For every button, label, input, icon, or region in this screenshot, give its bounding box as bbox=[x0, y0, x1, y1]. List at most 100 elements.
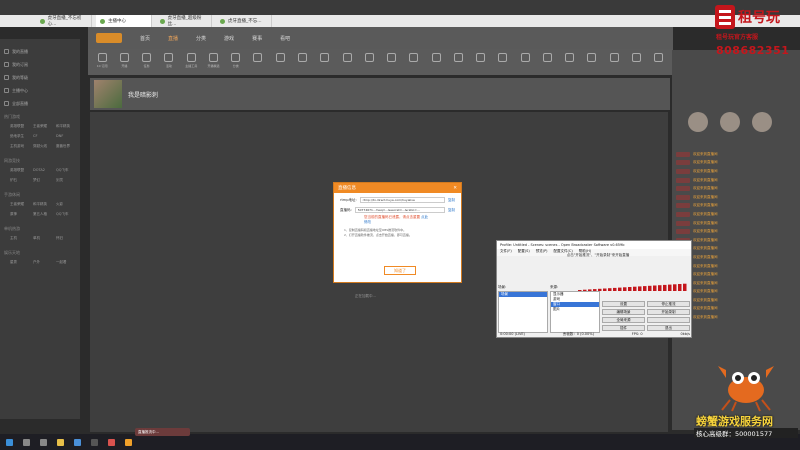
category-item[interactable]: 10 订阅 bbox=[94, 53, 110, 71]
category-item[interactable] bbox=[383, 53, 399, 71]
rtmp-field[interactable]: rtmp://tx.direct.huya.com/huyalive bbox=[359, 197, 445, 203]
category-item[interactable] bbox=[294, 53, 310, 71]
sidebar-category-link[interactable]: 英雄联盟 bbox=[10, 168, 30, 176]
task-view-icon[interactable] bbox=[40, 438, 47, 446]
browser-tab[interactable]: 主播中心 bbox=[96, 15, 152, 27]
category-item[interactable] bbox=[317, 53, 333, 71]
sidebar-category-link[interactable]: 怀旧 bbox=[56, 236, 76, 244]
browser-tab[interactable]: 虎牙直播_不忘初心... bbox=[36, 15, 92, 27]
menu-item[interactable]: 文件(F) bbox=[500, 249, 512, 256]
nav-item[interactable]: 赛事 bbox=[252, 35, 262, 42]
sidebar-category-link[interactable]: 绝地求生 bbox=[10, 134, 30, 142]
app-icon[interactable] bbox=[125, 438, 132, 446]
copy-link[interactable]: 复制 bbox=[448, 208, 455, 213]
scene-item[interactable]: 场景 bbox=[499, 292, 547, 297]
sidebar-category-link[interactable]: 和平精英 bbox=[33, 202, 53, 210]
category-item[interactable]: 任务 bbox=[139, 53, 155, 71]
obs-button[interactable]: 编辑场景 bbox=[602, 309, 645, 315]
obs-button[interactable]: 设置 bbox=[602, 301, 645, 307]
category-item[interactable] bbox=[539, 53, 555, 71]
nav-item[interactable]: 首页 bbox=[140, 35, 150, 42]
sidebar-category-link[interactable]: 穿越火线 bbox=[33, 144, 53, 152]
category-item[interactable] bbox=[628, 53, 644, 71]
category-item[interactable] bbox=[406, 53, 422, 71]
sidebar-category-link[interactable]: 星秀 bbox=[10, 260, 30, 268]
menu-item[interactable]: 预览(P) bbox=[536, 249, 548, 256]
obs-icon[interactable] bbox=[91, 438, 98, 446]
category-item[interactable]: 开播 bbox=[116, 53, 132, 71]
category-item[interactable]: 活动 bbox=[161, 53, 177, 71]
obs-button[interactable]: 插件 bbox=[602, 325, 645, 331]
sidebar-category-link[interactable]: 和平精英 bbox=[56, 124, 76, 132]
sidebar-category-link[interactable]: 户外 bbox=[33, 260, 53, 268]
sidebar-category-link[interactable]: DNF bbox=[56, 134, 76, 142]
sidebar-item[interactable]: 我的直播 bbox=[4, 45, 76, 58]
category-item[interactable]: 主播工具 bbox=[183, 53, 199, 71]
sidebar-category-link[interactable]: 梦幻 bbox=[33, 178, 53, 186]
source-item[interactable]: 图片 bbox=[551, 307, 599, 312]
windows-start-icon[interactable] bbox=[6, 438, 13, 446]
obs-button[interactable]: 全局来源 bbox=[602, 317, 645, 323]
huya-logo[interactable] bbox=[96, 33, 122, 43]
sidebar-category-link[interactable]: 王者荣耀 bbox=[33, 124, 53, 132]
explorer-icon[interactable] bbox=[57, 438, 64, 446]
sidebar-category-link[interactable]: 火影 bbox=[56, 202, 76, 210]
sidebar-category-link[interactable]: 第五人格 bbox=[33, 212, 53, 220]
avatar[interactable] bbox=[752, 112, 772, 132]
sidebar-category-link[interactable]: 炉石 bbox=[10, 178, 30, 186]
obs-button[interactable]: 停止推流 bbox=[647, 301, 690, 307]
ok-button[interactable]: 知道了 bbox=[384, 266, 416, 275]
sidebar-category-link[interactable]: QQ飞车 bbox=[56, 212, 76, 220]
category-item[interactable] bbox=[361, 53, 377, 71]
sidebar-category-link[interactable]: 主机 bbox=[10, 236, 30, 244]
obs-button[interactable]: 开始录制 bbox=[647, 309, 690, 315]
key-field[interactable]: 50774671...?seq=...&secret=...&ratio=... bbox=[354, 207, 445, 213]
sidebar-category-link[interactable]: QQ飞车 bbox=[56, 168, 76, 176]
category-item[interactable]: 分类 bbox=[228, 53, 244, 71]
taskbar-popup[interactable]: 直播推流中... bbox=[135, 428, 190, 436]
category-item[interactable] bbox=[651, 53, 667, 71]
sidebar-item[interactable]: 我的等级 bbox=[4, 71, 76, 84]
sources-list[interactable]: 显示器 游戏 窗口 图片 bbox=[550, 291, 600, 333]
nav-item[interactable]: 直播 bbox=[168, 35, 178, 42]
sidebar-item[interactable]: 主播中心 bbox=[4, 84, 76, 97]
category-item[interactable]: 开播精选 bbox=[205, 53, 221, 71]
category-item[interactable] bbox=[562, 53, 578, 71]
close-icon[interactable]: ✕ bbox=[453, 186, 457, 191]
sidebar-category-link[interactable]: 王者荣耀 bbox=[10, 202, 30, 210]
sidebar-category-link[interactable]: CF bbox=[33, 134, 53, 142]
obs-button[interactable] bbox=[647, 317, 690, 323]
search-icon[interactable] bbox=[23, 438, 30, 446]
sidebar-item[interactable]: 我的订阅 bbox=[4, 58, 76, 71]
sidebar-category-link[interactable]: DOTA2 bbox=[33, 168, 53, 176]
scenes-list[interactable]: 场景 bbox=[498, 291, 548, 333]
browser-icon[interactable] bbox=[74, 438, 81, 446]
sidebar-category-link[interactable]: 魔兽世界 bbox=[56, 144, 76, 152]
category-item[interactable] bbox=[495, 53, 511, 71]
sidebar-item[interactable]: 全部直播 bbox=[4, 97, 76, 110]
nav-item[interactable]: 游戏 bbox=[224, 35, 234, 42]
category-item[interactable] bbox=[450, 53, 466, 71]
app-icon[interactable] bbox=[108, 438, 115, 446]
browser-tab[interactable]: 虎牙直播_超级粉丝... bbox=[156, 15, 212, 27]
category-item[interactable] bbox=[272, 53, 288, 71]
nav-item[interactable]: 看吧 bbox=[280, 35, 290, 42]
category-item[interactable] bbox=[428, 53, 444, 71]
sidebar-category-link[interactable]: 剑灵 bbox=[56, 178, 76, 186]
menu-item[interactable]: 配置(S) bbox=[518, 249, 530, 256]
browser-tab[interactable]: 虎牙直播_不忘... bbox=[216, 15, 272, 27]
category-item[interactable] bbox=[606, 53, 622, 71]
sidebar-category-link[interactable]: 原神 bbox=[10, 212, 30, 220]
sidebar-category-link[interactable]: 主机游戏 bbox=[10, 144, 30, 152]
category-item[interactable] bbox=[250, 53, 266, 71]
avatar[interactable] bbox=[688, 112, 708, 132]
sidebar-category-link[interactable]: 一起看 bbox=[56, 260, 76, 268]
sidebar-category-link[interactable]: 英雄联盟 bbox=[10, 124, 30, 132]
category-item[interactable] bbox=[517, 53, 533, 71]
category-item[interactable] bbox=[584, 53, 600, 71]
avatar[interactable] bbox=[720, 112, 740, 132]
category-item[interactable] bbox=[473, 53, 489, 71]
obs-button[interactable]: 退出 bbox=[647, 325, 690, 331]
category-item[interactable] bbox=[339, 53, 355, 71]
copy-link[interactable]: 复制 bbox=[448, 198, 455, 203]
